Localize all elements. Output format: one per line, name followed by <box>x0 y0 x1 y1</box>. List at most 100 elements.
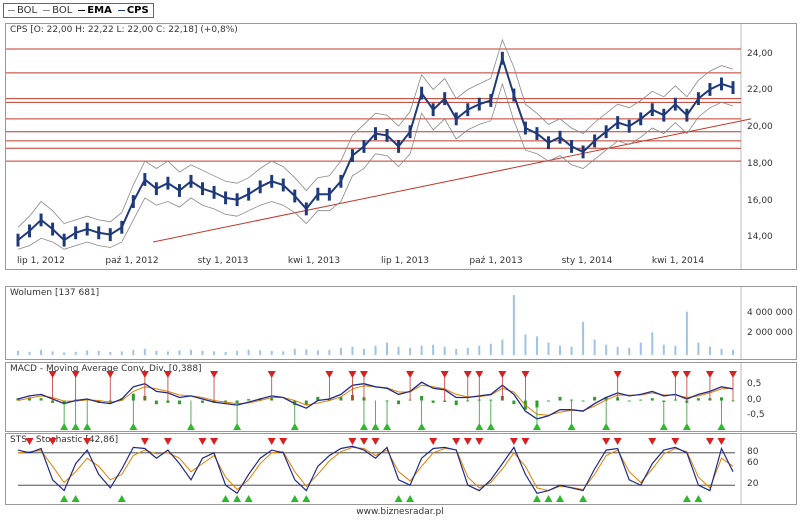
sell-signal-marker <box>83 438 92 445</box>
sell-signal-marker <box>406 371 415 378</box>
legend-label: BOL <box>17 5 38 16</box>
sell-signal-marker <box>348 371 357 378</box>
buy-signal-marker <box>694 495 703 502</box>
legend-swatch <box>43 10 51 11</box>
sell-signal-marker <box>210 371 219 378</box>
buy-signal-marker <box>371 423 380 430</box>
legend-item-bol-2[interactable]: BOL <box>43 5 72 16</box>
volume-panel: Wolumen [137 681] 2 000 000 4 000 000 <box>5 286 797 360</box>
y-tick-label: 0,5 <box>747 379 762 390</box>
sell-signal-marker <box>463 438 472 445</box>
bollinger-lower-line <box>17 82 734 250</box>
sell-signal-marker <box>106 371 115 378</box>
sell-signal-marker <box>682 371 691 378</box>
footer-credit[interactable]: www.biznesradar.pl <box>0 507 800 517</box>
y-tick-label: 80 <box>747 446 759 457</box>
legend-label: CPS <box>126 5 149 16</box>
buy-signal-marker <box>475 423 484 430</box>
y-tick-label: 60 <box>747 457 759 468</box>
buy-signal-marker <box>60 423 69 430</box>
y-tick-label: 24,00 <box>747 48 773 59</box>
buy-signal-marker <box>659 423 668 430</box>
sell-signal-marker <box>267 438 276 445</box>
macd-panel: MACD - Moving Average Conv. Div. [0,388]… <box>5 362 797 432</box>
buy-signal-marker <box>394 495 403 502</box>
buy-signal-marker <box>129 423 138 430</box>
buy-signal-marker <box>556 495 565 502</box>
price-line <box>17 54 734 242</box>
sell-signal-marker <box>521 371 530 378</box>
sell-signal-marker <box>359 438 368 445</box>
x-tick-label: kwi 1, 2013 <box>287 256 341 266</box>
sell-signal-marker <box>498 371 507 378</box>
sell-signal-marker <box>475 371 484 378</box>
y-tick-label: 18,00 <box>747 158 773 169</box>
sell-signal-marker <box>429 438 438 445</box>
panel-plot <box>16 363 742 431</box>
y-tick-label: 20 <box>747 479 759 490</box>
sell-signal-marker <box>463 371 472 378</box>
buy-signal-marker <box>406 495 415 502</box>
legend-label: EMA <box>87 5 112 16</box>
legend-label: BOL <box>52 5 73 16</box>
buy-signal-marker <box>486 423 495 430</box>
buy-signal-marker <box>302 495 311 502</box>
x-tick-label: lip 1, 2013 <box>381 256 429 266</box>
panel-plot <box>17 287 742 359</box>
buy-signal-marker <box>60 495 69 502</box>
y-tick-label: 16,00 <box>747 195 773 206</box>
x-tick-label: kwi 1, 2014 <box>651 256 705 266</box>
sell-signal-marker <box>163 438 172 445</box>
panel-plot <box>17 434 742 504</box>
x-tick-label: lip 1, 2012 <box>17 256 65 266</box>
y-tick-label: 0,0 <box>747 394 762 405</box>
buy-signal-marker <box>532 423 541 430</box>
buy-signal-marker <box>233 423 242 430</box>
buy-signal-marker <box>290 495 299 502</box>
sell-signal-marker <box>509 438 518 445</box>
sell-signal-marker <box>705 438 714 445</box>
buy-signal-marker <box>117 495 126 502</box>
sell-signal-marker <box>521 438 530 445</box>
sell-signal-marker <box>705 371 714 378</box>
buy-signal-marker <box>532 495 541 502</box>
sell-signal-marker <box>671 371 680 378</box>
buy-signal-marker <box>186 423 195 430</box>
buy-signal-marker <box>717 423 726 430</box>
buy-signal-marker <box>602 423 611 430</box>
sell-signal-marker <box>198 438 207 445</box>
y-tick-label: 20,00 <box>747 122 773 133</box>
chart-legend: BOL BOL EMA CPS <box>3 3 154 18</box>
buy-signal-marker <box>359 423 368 430</box>
sell-signal-marker <box>71 371 80 378</box>
sell-signal-marker <box>140 371 149 378</box>
y-tick-label: 4 000 000 <box>747 307 793 318</box>
sell-signal-marker <box>371 438 380 445</box>
x-tick-label: sty 1, 2014 <box>561 256 613 266</box>
sell-signal-marker <box>613 438 622 445</box>
sell-signal-marker <box>717 438 726 445</box>
buy-signal-marker <box>244 495 253 502</box>
sell-signal-marker <box>671 438 680 445</box>
sell-signal-marker <box>475 438 484 445</box>
buy-signal-marker <box>83 423 92 430</box>
buy-signal-marker <box>221 495 230 502</box>
sell-signal-marker <box>25 438 34 445</box>
sell-signal-marker <box>163 371 172 378</box>
buy-signal-marker <box>579 495 588 502</box>
buy-signal-marker <box>233 495 242 502</box>
legend-item-cps[interactable]: CPS <box>117 5 149 16</box>
x-tick-label: paź 1, 2013 <box>469 256 523 266</box>
legend-item-bol-1[interactable]: BOL <box>8 5 37 16</box>
sell-signal-marker <box>648 438 657 445</box>
x-tick-label: paź 1, 2012 <box>105 256 159 266</box>
sell-signal-marker <box>48 371 57 378</box>
buy-signal-marker <box>290 423 299 430</box>
sell-signal-marker <box>359 371 368 378</box>
buy-signal-marker <box>567 423 576 430</box>
buy-signal-marker <box>544 495 553 502</box>
y-tick-label: 2 000 000 <box>747 328 793 339</box>
buy-signal-marker <box>417 423 426 430</box>
sell-signal-marker <box>325 371 334 378</box>
legend-item-ema[interactable]: EMA <box>78 5 112 16</box>
